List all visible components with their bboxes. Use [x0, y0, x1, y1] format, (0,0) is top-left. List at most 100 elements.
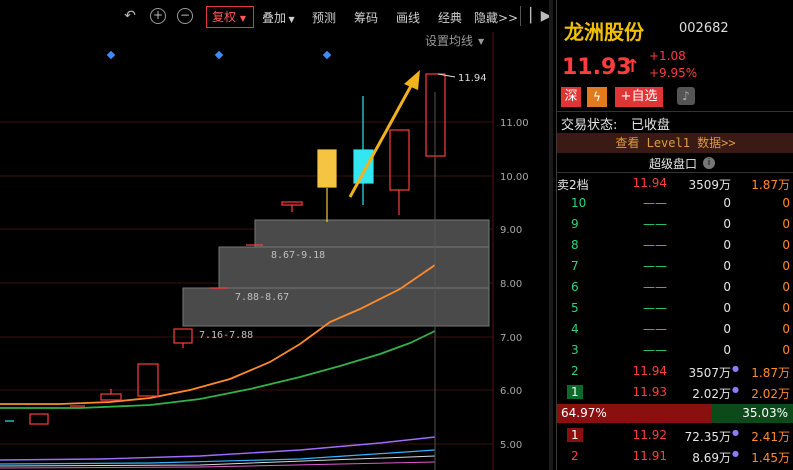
- sell-header-vol: 3509万: [688, 178, 731, 192]
- buy-volume: 8.69万: [692, 451, 731, 465]
- candle-body: [137, 363, 159, 397]
- kline-chart[interactable]: 11.00 10.00 9.00 8.00 7.00 6.00 5.00 设置均…: [0, 32, 553, 470]
- chevron-down-icon: ▼: [478, 37, 485, 46]
- draw-line-button[interactable]: 画线: [396, 9, 420, 26]
- zoom-in-icon[interactable]: +: [150, 8, 166, 24]
- collapse-icon[interactable]: ▏▶: [530, 8, 552, 24]
- sell-volume: 3507万: [688, 366, 731, 380]
- candle-body: [100, 393, 122, 401]
- ma-line-green: [0, 330, 436, 409]
- price-tick: 10.00: [500, 172, 529, 183]
- sell-price: 11.93: [632, 385, 667, 399]
- toolbar-divider: [520, 6, 521, 26]
- zone-label: 7.88-8.67: [235, 292, 289, 303]
- signal-diamond-icon: [322, 50, 332, 60]
- fuquan-label: 复权: [212, 10, 237, 24]
- buy-row[interactable]: 1 11.92 72.35万 ● 2.41万: [557, 425, 793, 446]
- fuquan-dropdown[interactable]: 复权 ▼: [206, 6, 254, 28]
- level-label: 7: [571, 259, 579, 273]
- candle-body: [353, 149, 374, 184]
- trend-arrow: [348, 83, 414, 198]
- sell-row[interactable]: 4 —— 0 0: [557, 319, 793, 340]
- candle-body: [29, 413, 49, 425]
- sell-header-label: 卖2档: [557, 178, 589, 192]
- ma-line-purple: [0, 436, 436, 461]
- zoom-out-icon[interactable]: −: [177, 8, 193, 24]
- sell-amount: 0: [782, 238, 790, 252]
- trade-status-label: 交易状态:: [561, 118, 618, 133]
- sell-row[interactable]: 6 —— 0 0: [557, 277, 793, 298]
- high-price-label: 11.94: [458, 73, 487, 84]
- level-label: 1: [567, 385, 583, 399]
- buy-row[interactable]: 2 11.91 8.69万 ● 1.45万: [557, 446, 793, 467]
- zone-label: 8.67-9.18: [271, 250, 325, 261]
- kline-svg: 11.00 10.00 9.00 8.00 7.00 6.00 5.00 设置均…: [0, 32, 529, 470]
- level-label: 9: [571, 217, 579, 231]
- undo-icon[interactable]: ↶: [122, 8, 138, 24]
- sell-volume: 0: [723, 217, 731, 231]
- sell-row[interactable]: 8 —— 0 0: [557, 235, 793, 256]
- sell-header-row: 卖2档 11.94 3509万 1.87万: [557, 172, 793, 193]
- sell-row[interactable]: 2 11.94 3507万 ● 1.87万: [557, 361, 793, 382]
- level-label: 4: [571, 322, 579, 336]
- ratio-right-label: 35.03%: [742, 406, 788, 420]
- sell-amount: 2.02万: [751, 387, 790, 401]
- level1-link[interactable]: 查看 Level1 数据>>: [557, 133, 793, 153]
- overlay-label: 叠加: [262, 11, 287, 25]
- sell-price: ——: [643, 301, 667, 315]
- price-zone-box: [218, 246, 490, 289]
- price-change-pct: +9.95%: [649, 66, 698, 80]
- sell-amount: 0: [782, 217, 790, 231]
- sell-price: ——: [643, 196, 667, 210]
- sell-volume: 0: [723, 280, 731, 294]
- sell-amount: 0: [782, 259, 790, 273]
- chips-button[interactable]: 筹码: [354, 9, 378, 26]
- classic-button[interactable]: 经典: [438, 9, 462, 26]
- price-tick: 6.00: [500, 386, 522, 397]
- sell-price: ——: [643, 280, 667, 294]
- sell-row[interactable]: 1 11.93 2.02万 ● 2.02万: [557, 382, 793, 403]
- sell-row[interactable]: 9 —— 0 0: [557, 214, 793, 235]
- buy-sell-ratio-bar: 64.97% 35.03%: [557, 404, 793, 423]
- sell-volume: 0: [723, 322, 731, 336]
- stock-code: 002682: [679, 21, 729, 36]
- sell-volume: 2.02万: [692, 387, 731, 401]
- sell-volume: 0: [723, 343, 731, 357]
- sell-row[interactable]: 7 —— 0 0: [557, 256, 793, 277]
- info-icon[interactable]: i: [703, 157, 715, 169]
- price-tick: 11.00: [500, 118, 529, 129]
- sell-volume: 0: [723, 301, 731, 315]
- market-tag: 深: [561, 87, 581, 107]
- sell-row[interactable]: 10 —— 0 0: [557, 193, 793, 214]
- candle-body: [389, 129, 410, 191]
- buy-price: 11.91: [632, 449, 667, 463]
- price-tick: 7.00: [500, 333, 522, 344]
- current-price: 11.93: [562, 55, 632, 80]
- bell-icon[interactable]: ♪: [677, 87, 695, 105]
- sell-row[interactable]: 5 —— 0 0: [557, 298, 793, 319]
- overlay-menu[interactable]: 叠加 ▼: [262, 9, 295, 26]
- sell-price: ——: [643, 322, 667, 336]
- buy-volume: 72.35万: [684, 430, 731, 444]
- sell-amount: 0: [782, 343, 790, 357]
- price-zone-box: [254, 219, 490, 248]
- ma-line-blue: [0, 449, 436, 465]
- add-watchlist-button[interactable]: +自选: [615, 87, 663, 107]
- chevron-down-icon: ▼: [286, 15, 295, 24]
- lightning-icon[interactable]: ϟ: [587, 87, 607, 107]
- sell-amount: 1.87万: [751, 366, 790, 380]
- predict-button[interactable]: 预测: [312, 9, 336, 26]
- buy-amount: 1.45万: [751, 451, 790, 465]
- buy-price: 11.92: [632, 428, 667, 442]
- stock-name: 龙洲股份: [564, 20, 644, 44]
- sell-volume: 0: [723, 238, 731, 252]
- sell-amount: 0: [782, 301, 790, 315]
- up-arrow-icon: ↑: [625, 56, 641, 77]
- hide-button[interactable]: 隐藏>>: [474, 9, 518, 26]
- panel-splitter[interactable]: [549, 0, 553, 470]
- sell-amount: 0: [782, 196, 790, 210]
- trade-status-value: 已收盘: [631, 118, 671, 133]
- sell-row[interactable]: 3 —— 0 0: [557, 340, 793, 361]
- sell-price: ——: [643, 259, 667, 273]
- level-label: 5: [571, 301, 579, 315]
